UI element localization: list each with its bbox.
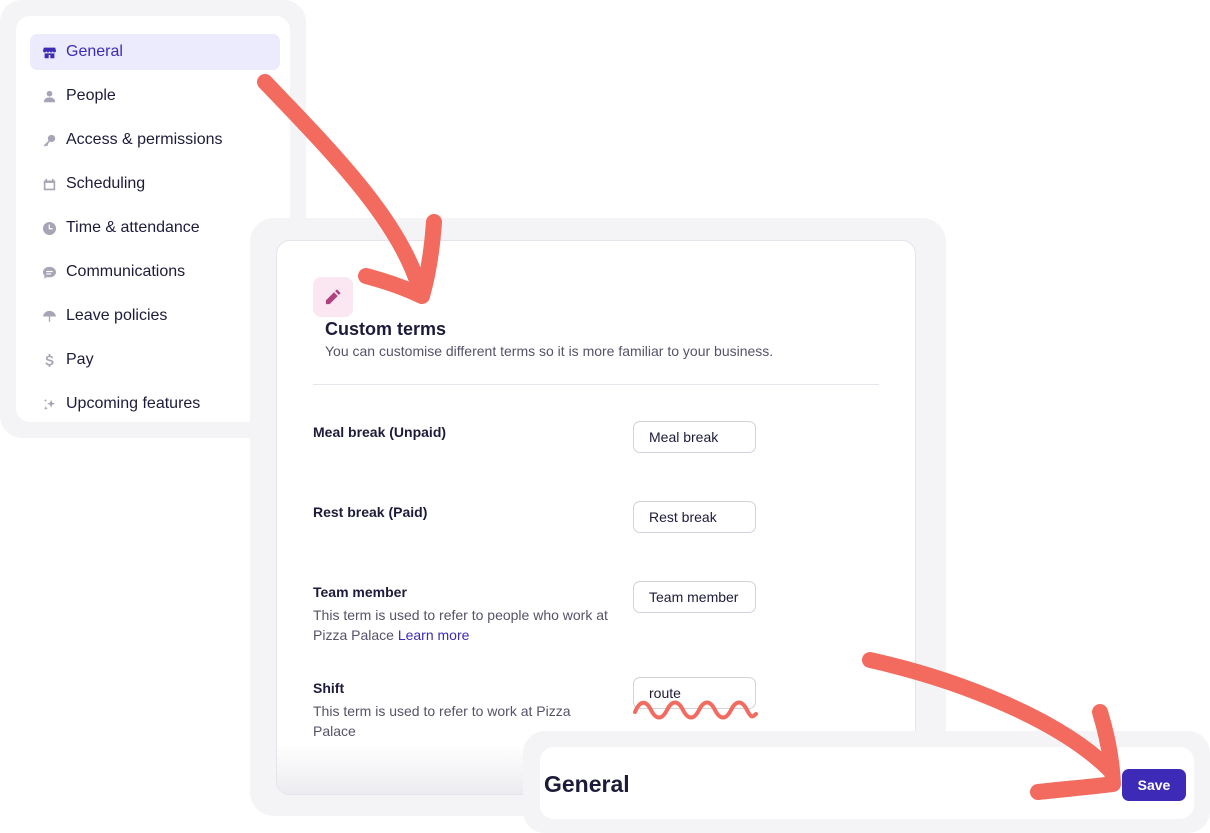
sidebar-item-label: Pay — [66, 351, 94, 368]
divider — [313, 384, 879, 385]
sidebar-item-access-permissions[interactable]: Access & permissions — [30, 122, 280, 158]
sparkle-icon — [42, 397, 56, 411]
page-title: General — [544, 771, 630, 797]
sidebar-item-label: Communications — [66, 263, 186, 280]
sidebar-item-people[interactable]: People — [30, 78, 280, 114]
sidebar-item-general[interactable]: General — [30, 34, 280, 70]
meal-break-input[interactable] — [633, 421, 756, 453]
sidebar-item-upcoming-features[interactable]: Upcoming features — [30, 386, 280, 422]
pencil-icon — [325, 289, 341, 305]
dollar-icon — [42, 353, 56, 367]
person-icon — [42, 89, 56, 103]
pencil-icon-box — [313, 277, 353, 317]
term-label-team-member: Team member — [313, 584, 407, 600]
sidebar-item-label: Upcoming features — [66, 395, 201, 412]
sidebar-item-label: People — [66, 87, 116, 104]
term-label-meal-break: Meal break (Unpaid) — [313, 424, 447, 440]
sidebar-item-scheduling[interactable]: Scheduling — [30, 166, 280, 202]
sidebar-item-label: Time & attendance — [66, 219, 200, 236]
sidebar-item-label: Scheduling — [66, 175, 146, 192]
sidebar-item-label: Leave policies — [66, 307, 168, 324]
save-bar — [540, 747, 1194, 819]
clock-icon — [42, 221, 56, 235]
calendar-icon — [42, 177, 56, 191]
sidebar: General People Access & permissions Sche… — [16, 16, 290, 422]
sidebar-item-time-attendance[interactable]: Time & attendance — [30, 210, 280, 246]
chat-icon — [42, 265, 56, 279]
store-icon — [42, 45, 56, 59]
team-member-description: This term is used to refer to people who… — [313, 605, 613, 645]
save-button[interactable]: Save — [1122, 769, 1186, 801]
learn-more-link[interactable]: Learn more — [398, 627, 470, 643]
sidebar-item-label: General — [66, 43, 123, 60]
section-title: Custom terms — [325, 319, 447, 339]
sidebar-item-leave-policies[interactable]: Leave policies — [30, 298, 280, 334]
sidebar-item-label: Access & permissions — [66, 131, 223, 148]
team-member-input[interactable] — [633, 581, 756, 613]
section-subtitle: You can customise different terms so it … — [325, 343, 774, 359]
key-icon — [42, 133, 56, 147]
rest-break-input[interactable] — [633, 501, 756, 533]
spellcheck-squiggle — [633, 700, 758, 720]
sidebar-item-communications[interactable]: Communications — [30, 254, 280, 290]
sidebar-item-pay[interactable]: Pay — [30, 342, 280, 378]
umbrella-icon — [42, 309, 56, 323]
term-label-rest-break: Rest break (Paid) — [313, 504, 428, 520]
term-label-shift: Shift — [313, 680, 345, 696]
